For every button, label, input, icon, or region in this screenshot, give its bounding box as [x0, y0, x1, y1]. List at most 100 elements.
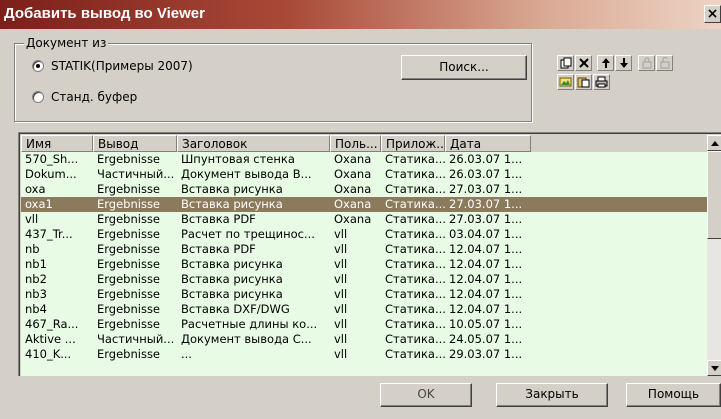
table-row[interactable]: nb Ergebnisse Вставка PDF vll Статика... 12.0… — [21, 242, 707, 257]
cell-application: Статика... — [385, 242, 445, 256]
cell-application: Статика... — [385, 317, 445, 331]
delete-icon[interactable] — [575, 55, 592, 71]
cell-output: Ergebnisse — [97, 227, 161, 241]
cell-name: vll — [25, 212, 39, 226]
cell-date: 03.04.07 1... — [449, 227, 523, 241]
radio-checked-icon[interactable] — [32, 60, 44, 72]
cell-output: Ergebnisse — [97, 347, 161, 361]
table-row[interactable]: Dokum... Частичный... Документ вывода В...… — [21, 167, 707, 182]
table-row[interactable]: nb4 Ergebnisse Вставка DXF/DWG vll Статика..… — [21, 302, 707, 317]
cell-output: Ergebnisse — [97, 242, 161, 256]
cell-name: 570_Sh... — [25, 152, 79, 166]
table-row[interactable]: Aktive ... Частичный... Документ вывода С.… — [21, 332, 707, 347]
cell-title: Вставка рисунка — [181, 197, 283, 211]
cell-output: Ergebnisse — [97, 197, 161, 211]
cell-title: Шпунтовая стенка — [181, 152, 295, 166]
cell-name: 437_Tr... — [25, 227, 73, 241]
column-header-title[interactable]: Заголовок — [177, 135, 330, 152]
cell-date: 12.04.07 1... — [449, 287, 523, 301]
table-row[interactable]: 437_Tr... Ergebnisse Расчет по трещинос...… — [21, 227, 707, 242]
title-bar[interactable]: Добавить вывод во Viewer × — [0, 0, 721, 29]
column-header-user[interactable]: Поль... — [330, 135, 381, 152]
table-row[interactable]: 410_K... Ergebnisse... vll Статика... 29.03.… — [21, 347, 707, 362]
cell-date: 27.03.07 1... — [449, 182, 523, 196]
cell-output: Ergebnisse — [97, 317, 161, 331]
cell-user: vll — [334, 332, 348, 346]
cell-date: 10.05.07 1... — [449, 317, 523, 331]
cell-name: nb2 — [25, 272, 47, 286]
close-window-button[interactable]: × — [704, 5, 721, 23]
cell-title: Документ вывода С... — [181, 332, 312, 346]
paste-icon[interactable] — [575, 74, 592, 90]
cell-title: Вставка рисунка — [181, 257, 283, 271]
help-button[interactable]: Помощь — [626, 383, 721, 407]
close-button[interactable]: Закрыть — [496, 383, 608, 407]
copy-icon[interactable] — [557, 55, 574, 71]
cell-date: 27.03.07 1... — [449, 212, 523, 226]
cell-output: Ergebnisse — [97, 257, 161, 271]
cell-title: Вставка PDF — [181, 242, 256, 256]
radio-unchecked-icon[interactable] — [32, 91, 44, 103]
source-radio-statik-label: STATIK(Примеры 2007) — [51, 59, 193, 73]
move-down-icon[interactable] — [615, 55, 632, 71]
lock-icon[interactable] — [638, 55, 655, 71]
table-row[interactable]: vll Ergebnisse Вставка PDF Oxana Статика... 2… — [21, 212, 707, 227]
table-row[interactable]: oxa Ergebnisse Вставка рисунка Oxana Статика… — [21, 182, 707, 197]
cell-name: 410_K... — [25, 347, 72, 361]
cell-user: vll — [334, 257, 348, 271]
move-up-icon[interactable] — [597, 55, 614, 71]
cell-date: 12.04.07 1... — [449, 302, 523, 316]
scroll-thumb[interactable] — [707, 151, 721, 239]
add-output-dialog: Добавить вывод во Viewer × Документ из S… — [0, 0, 721, 419]
cell-name: Dokum... — [25, 167, 77, 181]
cell-application: Статика... — [385, 212, 445, 226]
cell-output: Ergebnisse — [97, 272, 161, 286]
cell-user: Oxana — [334, 197, 372, 211]
cell-date: 24.05.07 1... — [449, 332, 523, 346]
cell-application: Статика... — [385, 182, 445, 196]
document-source-legend: Документ из — [24, 36, 109, 50]
table-row[interactable]: nb2 Ergebnisse Вставка рисунка vll Статика..… — [21, 272, 707, 287]
scroll-up-icon[interactable] — [707, 135, 721, 151]
search-button[interactable]: Поиск... — [401, 55, 527, 80]
list-rows: 570_Sh... Ergebnisse Шпунтовая стенка Oxana… — [21, 152, 707, 376]
ok-button[interactable]: OK — [380, 383, 472, 407]
cell-output: Ergebnisse — [97, 287, 161, 301]
cell-user: vll — [334, 272, 348, 286]
vertical-scrollbar[interactable] — [707, 135, 721, 376]
source-radio-statik[interactable]: STATIK(Примеры 2007) — [32, 59, 193, 73]
table-row[interactable]: nb1 Ergebnisse Вставка рисунка vll Статика..… — [21, 257, 707, 272]
column-header-output[interactable]: Вывод — [93, 135, 177, 152]
cell-application: Статика... — [385, 302, 445, 316]
table-row[interactable]: 570_Sh... Ergebnisse Шпунтовая стенка Oxana… — [21, 152, 707, 167]
cell-user: Oxana — [334, 152, 372, 166]
table-row[interactable]: 467_Ra... Ergebnisse Расчетные длины ко...… — [21, 317, 707, 332]
cell-title: ... — [181, 347, 192, 361]
column-header-application[interactable]: Прилож... — [381, 135, 445, 152]
cell-output: Ergebnisse — [97, 212, 161, 226]
table-row[interactable]: oxa1 Ergebnisse Вставка рисунка Oxana Статик… — [21, 197, 707, 212]
cell-user: vll — [334, 347, 348, 361]
cell-name: Aktive ... — [25, 332, 76, 346]
source-radio-standard-buffer-label: Станд. буфер — [51, 90, 138, 104]
cell-title: Расчетные длины ко... — [181, 317, 318, 331]
image-icon[interactable] — [557, 74, 574, 90]
scroll-down-icon[interactable] — [707, 360, 721, 376]
cell-name: nb4 — [25, 302, 47, 316]
unlock-icon[interactable] — [656, 55, 673, 71]
column-header-date[interactable]: Дата — [445, 135, 531, 152]
cell-application: Статика... — [385, 347, 445, 361]
output-list[interactable]: Имя Вывод Заголовок Поль... Прилож... Да… — [18, 132, 721, 376]
cell-application: Статика... — [385, 272, 445, 286]
cell-user: vll — [334, 242, 348, 256]
cell-name: oxa1 — [25, 197, 53, 211]
cell-user: vll — [334, 287, 348, 301]
cell-title: Вставка рисунка — [181, 287, 283, 301]
table-row[interactable]: nb3 Ergebnisse Вставка рисунка vll Статика..… — [21, 287, 707, 302]
source-radio-standard-buffer[interactable]: Станд. буфер — [32, 90, 137, 104]
cell-application: Статика... — [385, 197, 445, 211]
print-icon[interactable] — [593, 74, 610, 90]
cell-output: Ergebnisse — [97, 182, 161, 196]
column-header-name[interactable]: Имя — [21, 135, 93, 152]
cell-user: Oxana — [334, 212, 372, 226]
